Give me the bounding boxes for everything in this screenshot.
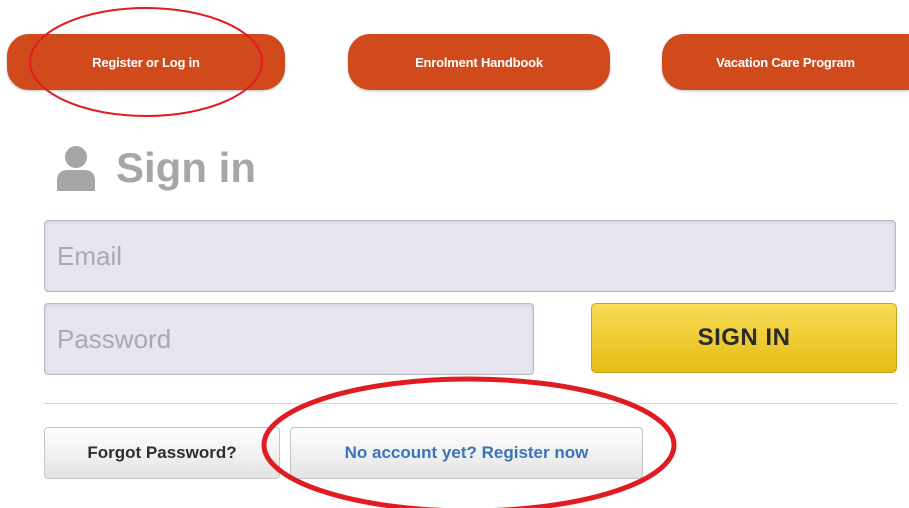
user-icon (56, 145, 96, 191)
page-title: Sign in (116, 144, 256, 191)
email-field[interactable] (44, 220, 896, 292)
forgot-password-button[interactable]: Forgot Password? (44, 427, 280, 479)
nav-enrolment-handbook-button[interactable]: Enrolment Handbook (348, 34, 610, 90)
register-now-button[interactable]: No account yet? Register now (290, 427, 643, 479)
signin-heading: Sign in (56, 138, 256, 198)
nav-register-or-login-button[interactable]: Register or Log in (7, 34, 285, 90)
nav-vacation-care-program-button[interactable]: Vacation Care Program (662, 34, 909, 90)
sign-in-button[interactable]: SIGN IN (591, 303, 897, 373)
divider (44, 403, 898, 404)
password-field[interactable] (44, 303, 534, 375)
